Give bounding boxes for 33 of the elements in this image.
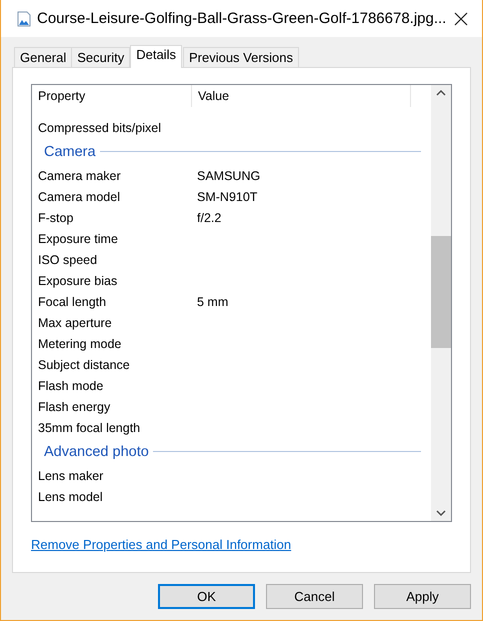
property-name: Lens maker bbox=[37, 468, 104, 482]
property-name: Metering mode bbox=[37, 336, 122, 350]
property-name: Lens model bbox=[37, 490, 104, 504]
property-value: f/2.2 bbox=[197, 210, 222, 224]
property-name: Subject distance bbox=[37, 358, 131, 372]
column-header[interactable]: Value bbox=[192, 85, 411, 107]
property-name: Compressed bits/pixel bbox=[37, 120, 162, 134]
window-title: Course-Leisure-Golfing-Ball-Grass-Green-Golf-1786678.jpg... bbox=[37, 10, 448, 27]
property-value: SM-N910T bbox=[197, 190, 258, 204]
property-name: Flash mode bbox=[37, 378, 104, 392]
group-heading[interactable]: Camera bbox=[44, 144, 96, 160]
property-name: F-stop bbox=[37, 210, 74, 224]
property-name: Exposure bias bbox=[37, 274, 118, 288]
property-value: SAMSUNG bbox=[197, 168, 260, 182]
tab[interactable]: Security bbox=[71, 47, 130, 68]
column-header[interactable]: Property bbox=[32, 85, 192, 107]
property-name: 35mm focal length bbox=[37, 420, 142, 434]
property-name: ISO speed bbox=[37, 252, 98, 266]
dialog-button[interactable]: Cancel bbox=[266, 584, 363, 609]
property-name: Camera maker bbox=[37, 168, 122, 182]
dialog-button[interactable]: Apply bbox=[374, 584, 471, 609]
tab[interactable]: Details bbox=[130, 45, 182, 68]
property-name: Camera model bbox=[37, 190, 121, 204]
tab[interactable]: Previous Versions bbox=[182, 47, 300, 68]
property-name: Flash energy bbox=[37, 400, 112, 414]
tab[interactable]: General bbox=[14, 47, 72, 68]
remove-properties-link[interactable]: Remove Properties and Personal Information bbox=[31, 537, 292, 552]
property-name: Max aperture bbox=[37, 316, 113, 330]
dialog-button[interactable]: OK bbox=[158, 584, 255, 609]
property-name: Exposure time bbox=[37, 232, 119, 246]
property-name: Focal length bbox=[37, 294, 108, 308]
group-heading[interactable]: Advanced photo bbox=[44, 444, 149, 460]
property-value: 5 mm bbox=[197, 294, 228, 308]
